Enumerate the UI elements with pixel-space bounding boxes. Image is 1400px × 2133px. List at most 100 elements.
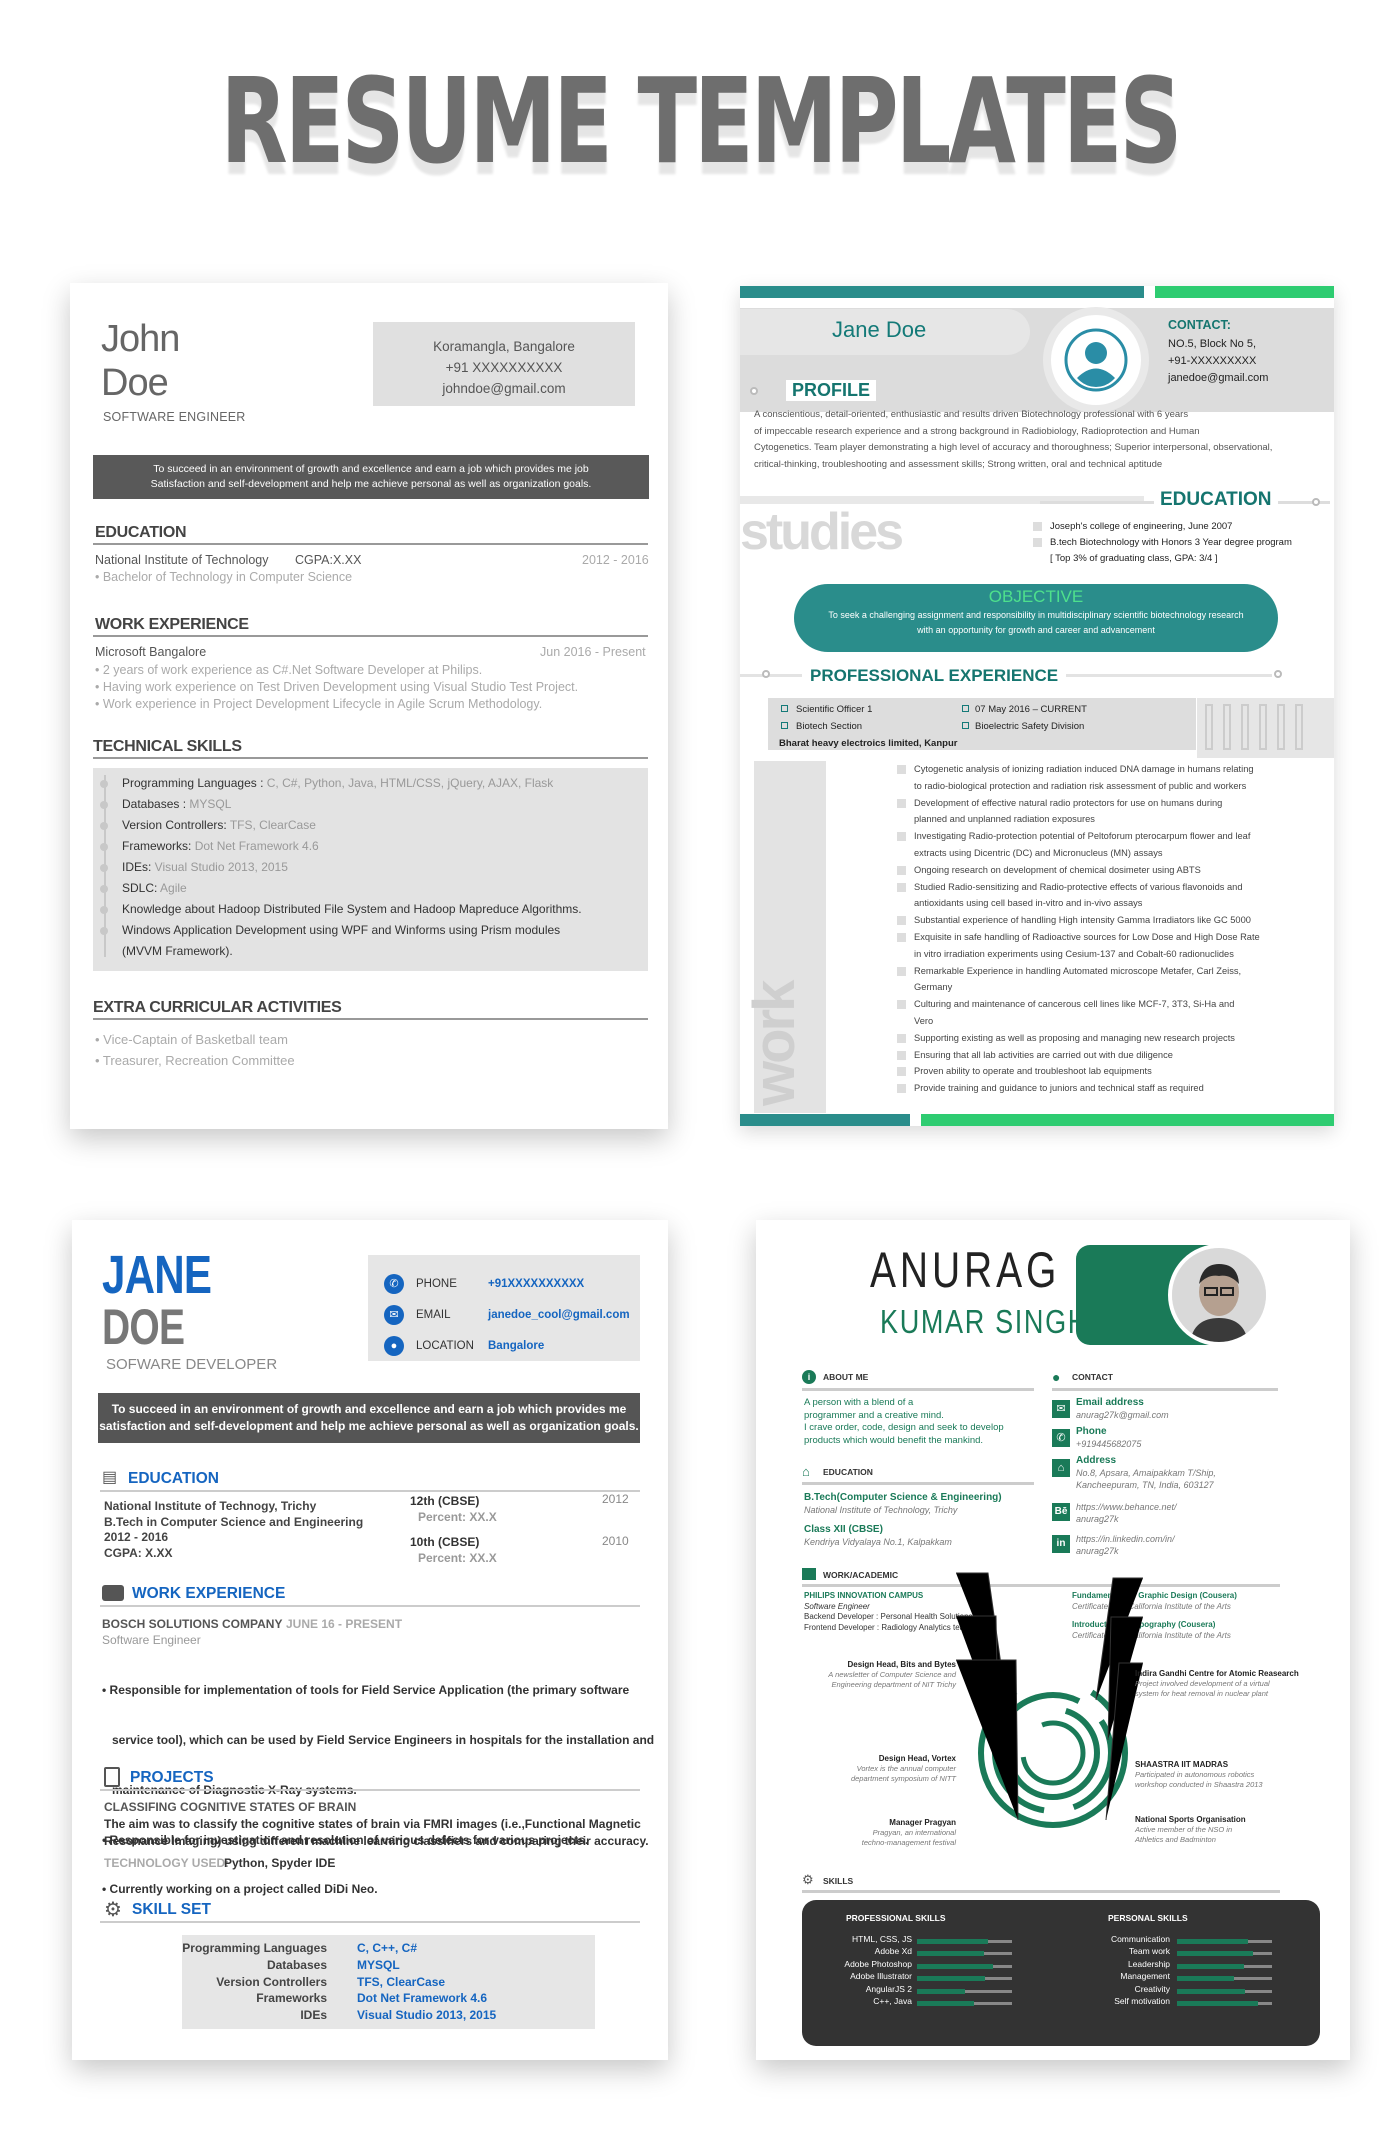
bullet-text: Exquisite in safe handling of Radioactiv… <box>914 931 1260 942</box>
skill-row: Management <box>1062 1970 1320 1982</box>
work-item: • Currently working on a project called … <box>102 1882 378 1897</box>
contact-email: janedoe@gmail.com <box>1168 372 1269 384</box>
edu-left: National Institute of Technogy, Trichy B… <box>104 1499 363 1561</box>
skill-key: (MVVM Framework). <box>122 944 233 958</box>
divider <box>93 1018 648 1020</box>
last-name: Doe <box>101 362 169 404</box>
work-item: • Having work experience on Test Driven … <box>95 680 579 694</box>
edu-text: Joseph's college of engineering, June 20… <box>1050 521 1233 532</box>
experience-bullet: Studied Radio-sensitizing and Radio-prot… <box>897 879 1260 896</box>
timeline-desc: workshop conducted in Shaastra 2013 <box>1135 1780 1263 1789</box>
objective-line: with an opportunity for growth and caree… <box>917 625 1155 635</box>
bullet-text: to radio-biological protection and radia… <box>914 780 1247 791</box>
skill-value: Visual Studio 2013, 2015 <box>154 860 288 874</box>
contact-key: EMAIL <box>416 1309 451 1321</box>
experience-bullet: Proven ability to operate and troublesho… <box>897 1063 1260 1080</box>
skill-bar <box>917 1939 1012 1944</box>
divider <box>802 1890 1280 1893</box>
exp-position: Scientific Officer 1 <box>796 704 873 715</box>
skill-row: Adobe Xd <box>802 1945 1062 1957</box>
experience-bullet: Vero <box>897 1013 1260 1030</box>
personal-skills-heading: PERSONAL SKILLS <box>1108 1913 1188 1923</box>
gear-icon: ⚙ <box>104 1899 122 1921</box>
edu-right: 12th (CBSE) Percent: XX.X 10th (CBSE) Pe… <box>410 1494 497 1566</box>
objective-banner: To succeed in an environment of growth a… <box>98 1393 640 1443</box>
skill-row: IDEs Visual Studio 2013, 2015 <box>182 2007 595 2024</box>
bullet-circle <box>1274 670 1282 678</box>
timeline-title: Indira Gandhi Centre for Atomic Reasearc… <box>1135 1669 1299 1678</box>
divider <box>100 1789 640 1791</box>
bullet-text: Ensuring that all lab activities are car… <box>914 1049 1173 1060</box>
contact-value: Bangalore <box>488 1340 545 1352</box>
skill-row: Programming Languages C, C++, C# <box>182 1940 595 1957</box>
skill-bar-fill <box>1177 1939 1249 1944</box>
exp-company: Bharat heavy electroics limited, Kanpur <box>779 738 958 749</box>
bullet-text: Provide training and guidance to juniors… <box>914 1083 1204 1094</box>
resume-template-anurag-kumar-singh[interactable]: ANURAG KUMAR SINGH i ABOUT ME A person w… <box>756 1220 1350 2060</box>
skill-key: Knowledge about Hadoop Distributed File … <box>122 902 582 916</box>
bullet-text: Ongoing research on development of chemi… <box>914 864 1201 875</box>
tech-skills-heading: TECHNICAL SKILLS <box>93 738 242 755</box>
skill-name: Creativity <box>1134 1983 1170 1994</box>
contact-box: Koramangla, Bangalore +91 XXXXXXXXXX joh… <box>373 322 635 406</box>
phone: +91 XXXXXXXXXX <box>445 360 563 375</box>
professional-skills-heading: PROFESSIONAL SKILLS <box>846 1913 946 1923</box>
skill-value: C, C++, C# <box>357 1941 418 1955</box>
bullet-square-icon <box>897 765 906 775</box>
resume-template-jane-doe-developer[interactable]: JANE DOE SOFWARE DEVELOPER ✆ PHONE +91XXXX… <box>72 1220 668 2060</box>
skill-bar <box>1177 1963 1272 1969</box>
experience-bullet: in vitro irradiation experiments using C… <box>897 946 1260 963</box>
edu-class: 10th (CBSE) <box>410 1535 480 1549</box>
bullet-circle <box>750 387 758 395</box>
profile-line: of impeccable research experience and a … <box>754 425 1200 437</box>
skill-row: C++, Java <box>802 1995 1062 2007</box>
experience-bullet: Germany <box>897 979 1260 996</box>
edu-year-2: 2010 <box>602 1534 629 1548</box>
skill-row: Programming Languages : C, C#, Python, J… <box>100 773 640 794</box>
edu-degree: • Bachelor of Technology in Computer Sci… <box>95 570 353 584</box>
resume-template-jane-doe-biotech[interactable]: Jane Doe CONTACT: NO.5, Block No 5, +91-… <box>740 286 1334 1126</box>
timeline-desc: Project involved development of a virtua… <box>1135 1679 1270 1688</box>
bullet-square-icon <box>897 1050 906 1060</box>
extra-list: • Vice-Captain of Basketball team • Trea… <box>95 1029 295 1071</box>
contact-key: LOCATION <box>416 1340 474 1352</box>
edu-year-1: 2012 <box>602 1492 629 1506</box>
resume-template-john-doe[interactable]: John Doe SOFTWARE ENGINEER Koramangla, B… <box>70 283 668 1129</box>
timeline-desc: Active member of the NSO in <box>1135 1825 1233 1834</box>
extra-item: • Vice-Captain of Basketball team <box>95 1032 288 1047</box>
experience-heading: PROFESSIONAL EXPERIENCE <box>802 666 1067 686</box>
skill-bar <box>1177 1939 1272 1944</box>
bullet-text: Studied Radio-sensitizing and Radio-prot… <box>914 881 1243 892</box>
skill-name: Self motivation <box>1114 1995 1170 2006</box>
skill-bar-fill <box>1177 1951 1253 1957</box>
experience-bullet: planned and unplanned radiation exposure… <box>897 811 1260 828</box>
address: Koramangla, Bangalore <box>433 339 575 354</box>
experience-details: Scientific Officer 1 07 May 2016 – CURREN… <box>779 701 1087 752</box>
skill-name: Management <box>1120 1971 1170 1982</box>
edu-item: B.tech Biotechnology with Honors 3 Year … <box>1033 535 1292 551</box>
skill-bar <box>1177 1976 1272 1982</box>
objective-pill: OBJECTIVE To seek a challenging assignme… <box>794 584 1278 652</box>
education-heading: EDUCATION <box>128 1470 219 1487</box>
book-icon: ▤ <box>102 1469 118 1486</box>
skill-row: Adobe Photoshop <box>802 1958 1062 1970</box>
timeline-desc: Participated in autonomous robotics <box>1135 1770 1255 1779</box>
skill-key: Databases : <box>122 797 190 811</box>
skills-list: Programming Languages : C, C#, Python, J… <box>100 773 640 962</box>
bullet-text: Supporting existing as well as proposing… <box>914 1032 1235 1043</box>
exp-section: Biotech Section <box>796 721 863 732</box>
work-heading: WORK EXPERIENCE <box>95 616 249 633</box>
project-title: CLASSIFING COGNITIVE STATES OF BRAIN <box>104 1800 357 1814</box>
skill-row: Communication <box>1062 1933 1320 1945</box>
studies-watermark: studies <box>740 503 904 561</box>
skill-key: IDEs: <box>122 860 155 874</box>
skill-bar-fill <box>1177 2000 1258 2006</box>
skill-value: Visual Studio 2013, 2015 <box>357 2008 497 2023</box>
timeline-left: Design Head, Vortex Vortex is the annual… <box>756 1754 956 1784</box>
skill-name: C++, Java <box>873 1995 912 2006</box>
page-title: RESUME TEMPLATES <box>220 52 1183 190</box>
experience-bullet: Ongoing research on development of chemi… <box>897 862 1260 879</box>
contact-phone: +91-XXXXXXXXX <box>1168 355 1257 367</box>
experience-bullet: Ensuring that all lab activities are car… <box>897 1047 1260 1064</box>
objective-line: To seek a challenging assignment and res… <box>828 610 1244 620</box>
